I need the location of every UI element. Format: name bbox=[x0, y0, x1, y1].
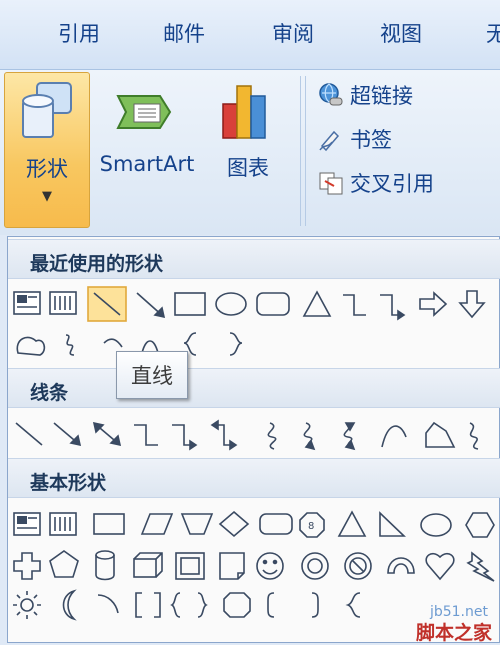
shape-tooltip: 直线 bbox=[116, 351, 188, 399]
can-shape[interactable] bbox=[95, 550, 115, 581]
shapes-button[interactable]: 形状 ▼ bbox=[4, 72, 90, 228]
cloud-shape[interactable] bbox=[16, 336, 46, 356]
double-brace-shape[interactable] bbox=[170, 592, 208, 618]
smartart-button[interactable]: SmartArt bbox=[92, 72, 202, 228]
chart-button[interactable]: 图表 bbox=[205, 72, 291, 228]
watermark-name: 脚本之家 bbox=[415, 622, 492, 644]
elbow-double-arrow-connector-shape[interactable] bbox=[210, 419, 238, 451]
rectangle-shape[interactable] bbox=[174, 292, 206, 316]
shapes-gallery: 最近使用的形状 线条 基本形状 8 直线 bbox=[7, 236, 500, 643]
left-brace-shape[interactable] bbox=[345, 592, 361, 618]
rounded-rectangle-shape[interactable] bbox=[256, 292, 290, 316]
shapes-icon bbox=[22, 82, 72, 138]
double-bracket-shape[interactable] bbox=[135, 592, 161, 618]
vertical-text-box-shape[interactable] bbox=[49, 512, 77, 536]
sun-shape[interactable] bbox=[13, 591, 41, 619]
tab-view[interactable]: 视图 bbox=[380, 18, 422, 48]
scribble-shape[interactable] bbox=[469, 422, 479, 450]
smiley-face-shape[interactable] bbox=[256, 552, 284, 580]
freeform-shape[interactable] bbox=[425, 421, 456, 448]
arrow-shape[interactable] bbox=[53, 422, 82, 447]
right-triangle-shape[interactable] bbox=[379, 511, 406, 537]
down-arrow-shape[interactable] bbox=[458, 290, 486, 319]
oval-shape[interactable] bbox=[215, 292, 247, 316]
curved-arrow-connector-shape[interactable] bbox=[303, 422, 316, 451]
hexagon-shape[interactable] bbox=[465, 512, 495, 538]
tab-more[interactable]: 无 bbox=[486, 18, 500, 48]
curved-connector-shape[interactable] bbox=[267, 422, 277, 450]
text-box-shape[interactable] bbox=[13, 291, 41, 315]
elbow-arrow-connector-shape[interactable] bbox=[380, 294, 406, 321]
shapes-label: 形状 bbox=[26, 157, 68, 181]
donut-shape[interactable] bbox=[301, 552, 329, 580]
tab-mailings[interactable]: 邮件 bbox=[163, 18, 205, 48]
curved-double-arrow-connector-shape[interactable] bbox=[343, 422, 356, 451]
tab-review[interactable]: 审阅 bbox=[272, 18, 314, 48]
bookmark-label: 书签 bbox=[350, 128, 392, 152]
no-symbol-shape[interactable] bbox=[344, 552, 372, 580]
bookmark-icon bbox=[319, 130, 340, 152]
arrow-line-shape[interactable] bbox=[136, 292, 166, 319]
moon-shape[interactable] bbox=[62, 589, 77, 621]
curve-shape[interactable] bbox=[381, 425, 407, 448]
group-divider bbox=[300, 76, 301, 226]
tab-references[interactable]: 引用 bbox=[58, 18, 100, 48]
ribbon-insert-panel: 形状 ▼ SmartArt 图表 超链接 书签 交叉引用 bbox=[0, 70, 500, 235]
squiggle-shape[interactable] bbox=[65, 334, 75, 356]
elbow-connector-shape[interactable] bbox=[343, 294, 366, 316]
octagon-shape[interactable]: 8 bbox=[299, 512, 325, 538]
block-arc-shape[interactable] bbox=[387, 557, 415, 574]
chart-label: 图表 bbox=[227, 156, 269, 180]
lightning-bolt-shape[interactable] bbox=[466, 551, 495, 582]
cross-reference-button[interactable]: 交叉引用 bbox=[318, 166, 434, 200]
oval-shape[interactable] bbox=[420, 513, 452, 537]
vertical-text-box-shape[interactable] bbox=[49, 291, 77, 315]
arc-shape[interactable] bbox=[97, 594, 119, 614]
right-bracket-shape[interactable] bbox=[311, 592, 319, 618]
heart-shape[interactable] bbox=[425, 552, 455, 581]
pentagon-shape[interactable] bbox=[49, 550, 79, 578]
trapezoid-shape[interactable] bbox=[180, 513, 214, 535]
triangle-shape[interactable] bbox=[302, 290, 332, 317]
bevel-shape[interactable] bbox=[175, 552, 205, 580]
chevron-down-icon: ▼ bbox=[42, 189, 52, 204]
group-divider bbox=[305, 76, 306, 226]
double-arrow-shape[interactable] bbox=[92, 421, 122, 447]
smartart-label: SmartArt bbox=[99, 152, 195, 176]
right-brace-shape[interactable] bbox=[229, 332, 243, 356]
shape-grid[interactable]: 8 bbox=[8, 237, 500, 644]
diamond-shape[interactable] bbox=[218, 510, 250, 538]
rounded-rectangle-shape[interactable] bbox=[259, 513, 293, 535]
elbow-arrow-connector-shape[interactable] bbox=[172, 424, 198, 451]
cube-shape[interactable] bbox=[133, 552, 163, 578]
chart-icon bbox=[222, 85, 266, 139]
hyperlink-label: 超链接 bbox=[350, 84, 413, 108]
cross-reference-icon bbox=[319, 172, 343, 195]
bookmark-button[interactable]: 书签 bbox=[318, 122, 392, 156]
text-box-shape[interactable] bbox=[13, 512, 41, 536]
cross-shape[interactable] bbox=[13, 552, 41, 580]
hyperlink-button[interactable]: 超链接 bbox=[318, 78, 413, 112]
plaque-shape[interactable] bbox=[223, 592, 251, 618]
svg-text:8: 8 bbox=[308, 521, 314, 532]
line-shape-selected[interactable] bbox=[87, 286, 127, 322]
smartart-icon bbox=[116, 95, 172, 129]
parallelogram-shape[interactable] bbox=[140, 513, 174, 535]
left-bracket-shape[interactable] bbox=[267, 592, 275, 618]
folded-corner-shape[interactable] bbox=[219, 552, 245, 580]
elbow-connector-shape[interactable] bbox=[134, 424, 158, 446]
hyperlink-icon bbox=[319, 83, 343, 106]
cross-reference-label: 交叉引用 bbox=[350, 172, 434, 196]
triangle-shape[interactable] bbox=[337, 510, 367, 537]
arc-shape[interactable] bbox=[103, 338, 123, 348]
rectangle-shape[interactable] bbox=[93, 513, 125, 535]
line-shape[interactable] bbox=[15, 422, 43, 446]
ribbon-tab-bar: 引用 邮件 审阅 视图 无 bbox=[0, 0, 500, 70]
right-arrow-shape[interactable] bbox=[419, 291, 448, 317]
